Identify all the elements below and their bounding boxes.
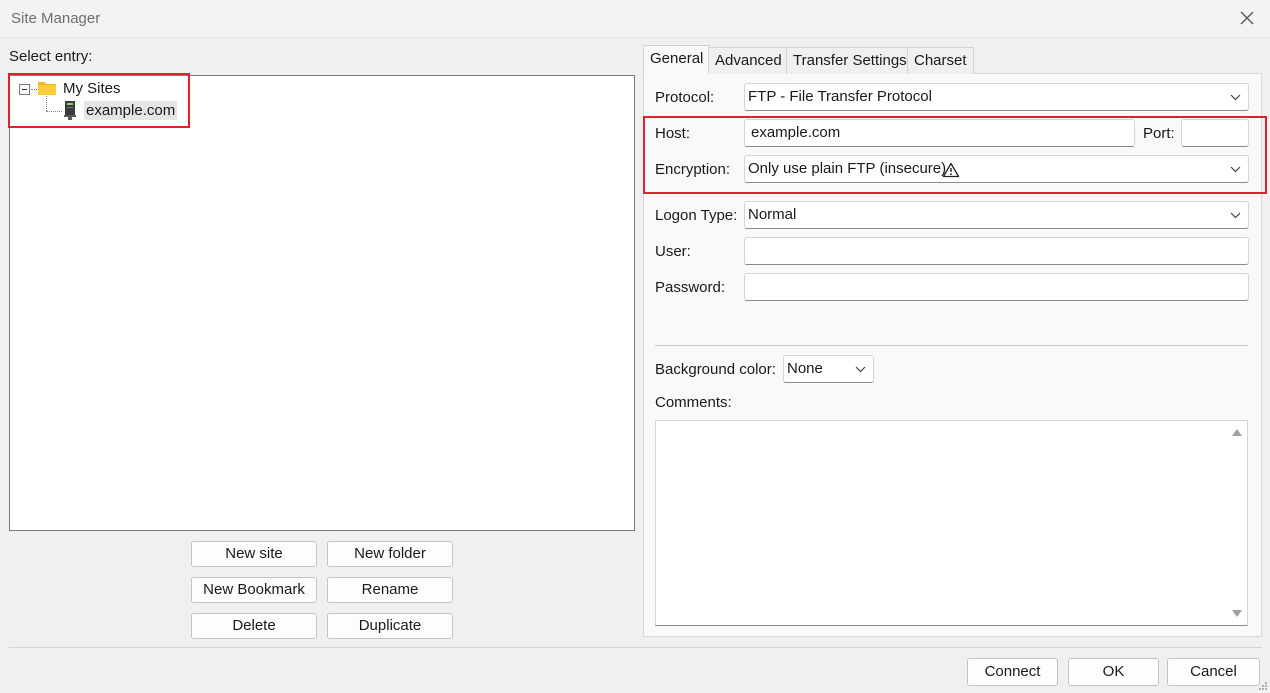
rename-button[interactable]: Rename <box>327 577 453 603</box>
cancel-button[interactable]: Cancel <box>1167 658 1260 686</box>
folder-icon <box>37 80 57 96</box>
logon-type-select[interactable]: Normal <box>744 201 1249 229</box>
port-label: Port: <box>1143 125 1175 142</box>
scroll-up-icon[interactable] <box>1232 429 1242 436</box>
resize-grip-icon[interactable] <box>1258 681 1268 691</box>
user-input[interactable] <box>744 237 1249 265</box>
logon-type-label: Logon Type: <box>655 207 738 224</box>
duplicate-button[interactable]: Duplicate <box>327 613 453 639</box>
host-label: Host: <box>655 125 691 142</box>
site-tree[interactable]: My Sites example.com <box>9 75 635 531</box>
scroll-down-icon[interactable] <box>1232 610 1242 617</box>
new-bookmark-button[interactable]: New Bookmark <box>191 577 317 603</box>
tab-general[interactable]: General <box>643 45 711 74</box>
background-color-select[interactable]: None <box>783 355 874 383</box>
server-icon <box>64 101 76 120</box>
host-input[interactable]: example.com <box>744 119 1135 147</box>
encryption-value: Only use plain FTP (insecure) <box>748 160 947 177</box>
chevron-down-icon <box>1230 166 1241 173</box>
protocol-select[interactable]: FTP - File Transfer Protocol <box>744 83 1249 111</box>
comments-label: Comments: <box>655 394 732 411</box>
new-site-button[interactable]: New site <box>191 541 317 567</box>
chevron-down-icon <box>855 366 866 373</box>
title-bar: Site Manager <box>0 0 1270 38</box>
tree-item-example-com[interactable]: example.com <box>84 101 178 120</box>
footer-divider <box>9 647 1262 648</box>
comments-textarea[interactable] <box>655 420 1248 626</box>
tree-connector <box>46 96 47 111</box>
password-label: Password: <box>655 279 726 296</box>
ok-button[interactable]: OK <box>1068 658 1159 686</box>
logon-type-value: Normal <box>748 206 797 223</box>
close-icon[interactable] <box>1238 9 1256 27</box>
password-input[interactable] <box>744 273 1249 301</box>
tab-advanced[interactable]: Advanced <box>708 47 789 74</box>
tab-transfer-settings[interactable]: Transfer Settings <box>786 47 914 74</box>
user-label: User: <box>655 243 691 260</box>
connect-button[interactable]: Connect <box>967 658 1058 686</box>
background-color-value: None <box>787 360 823 377</box>
protocol-value: FTP - File Transfer Protocol <box>748 88 932 105</box>
encryption-label: Encryption: <box>655 161 731 178</box>
host-value: example.com <box>751 124 841 141</box>
tree-connector <box>46 111 62 112</box>
chevron-down-icon <box>1230 212 1241 219</box>
port-input[interactable] <box>1181 119 1249 147</box>
encryption-select[interactable]: Only use plain FTP (insecure) <box>744 155 1249 183</box>
new-folder-button[interactable]: New folder <box>327 541 453 567</box>
delete-button[interactable]: Delete <box>191 613 317 639</box>
window-title: Site Manager <box>11 10 101 27</box>
protocol-label: Protocol: <box>655 89 715 106</box>
section-divider <box>655 345 1248 346</box>
background-color-label: Background color: <box>655 361 776 378</box>
tab-charset[interactable]: Charset <box>907 47 974 74</box>
tree-item-my-sites[interactable]: My Sites <box>63 80 121 97</box>
collapse-icon[interactable] <box>19 84 30 95</box>
select-entry-label: Select entry: <box>9 48 93 65</box>
chevron-down-icon <box>1230 94 1241 101</box>
warning-icon <box>942 162 960 178</box>
